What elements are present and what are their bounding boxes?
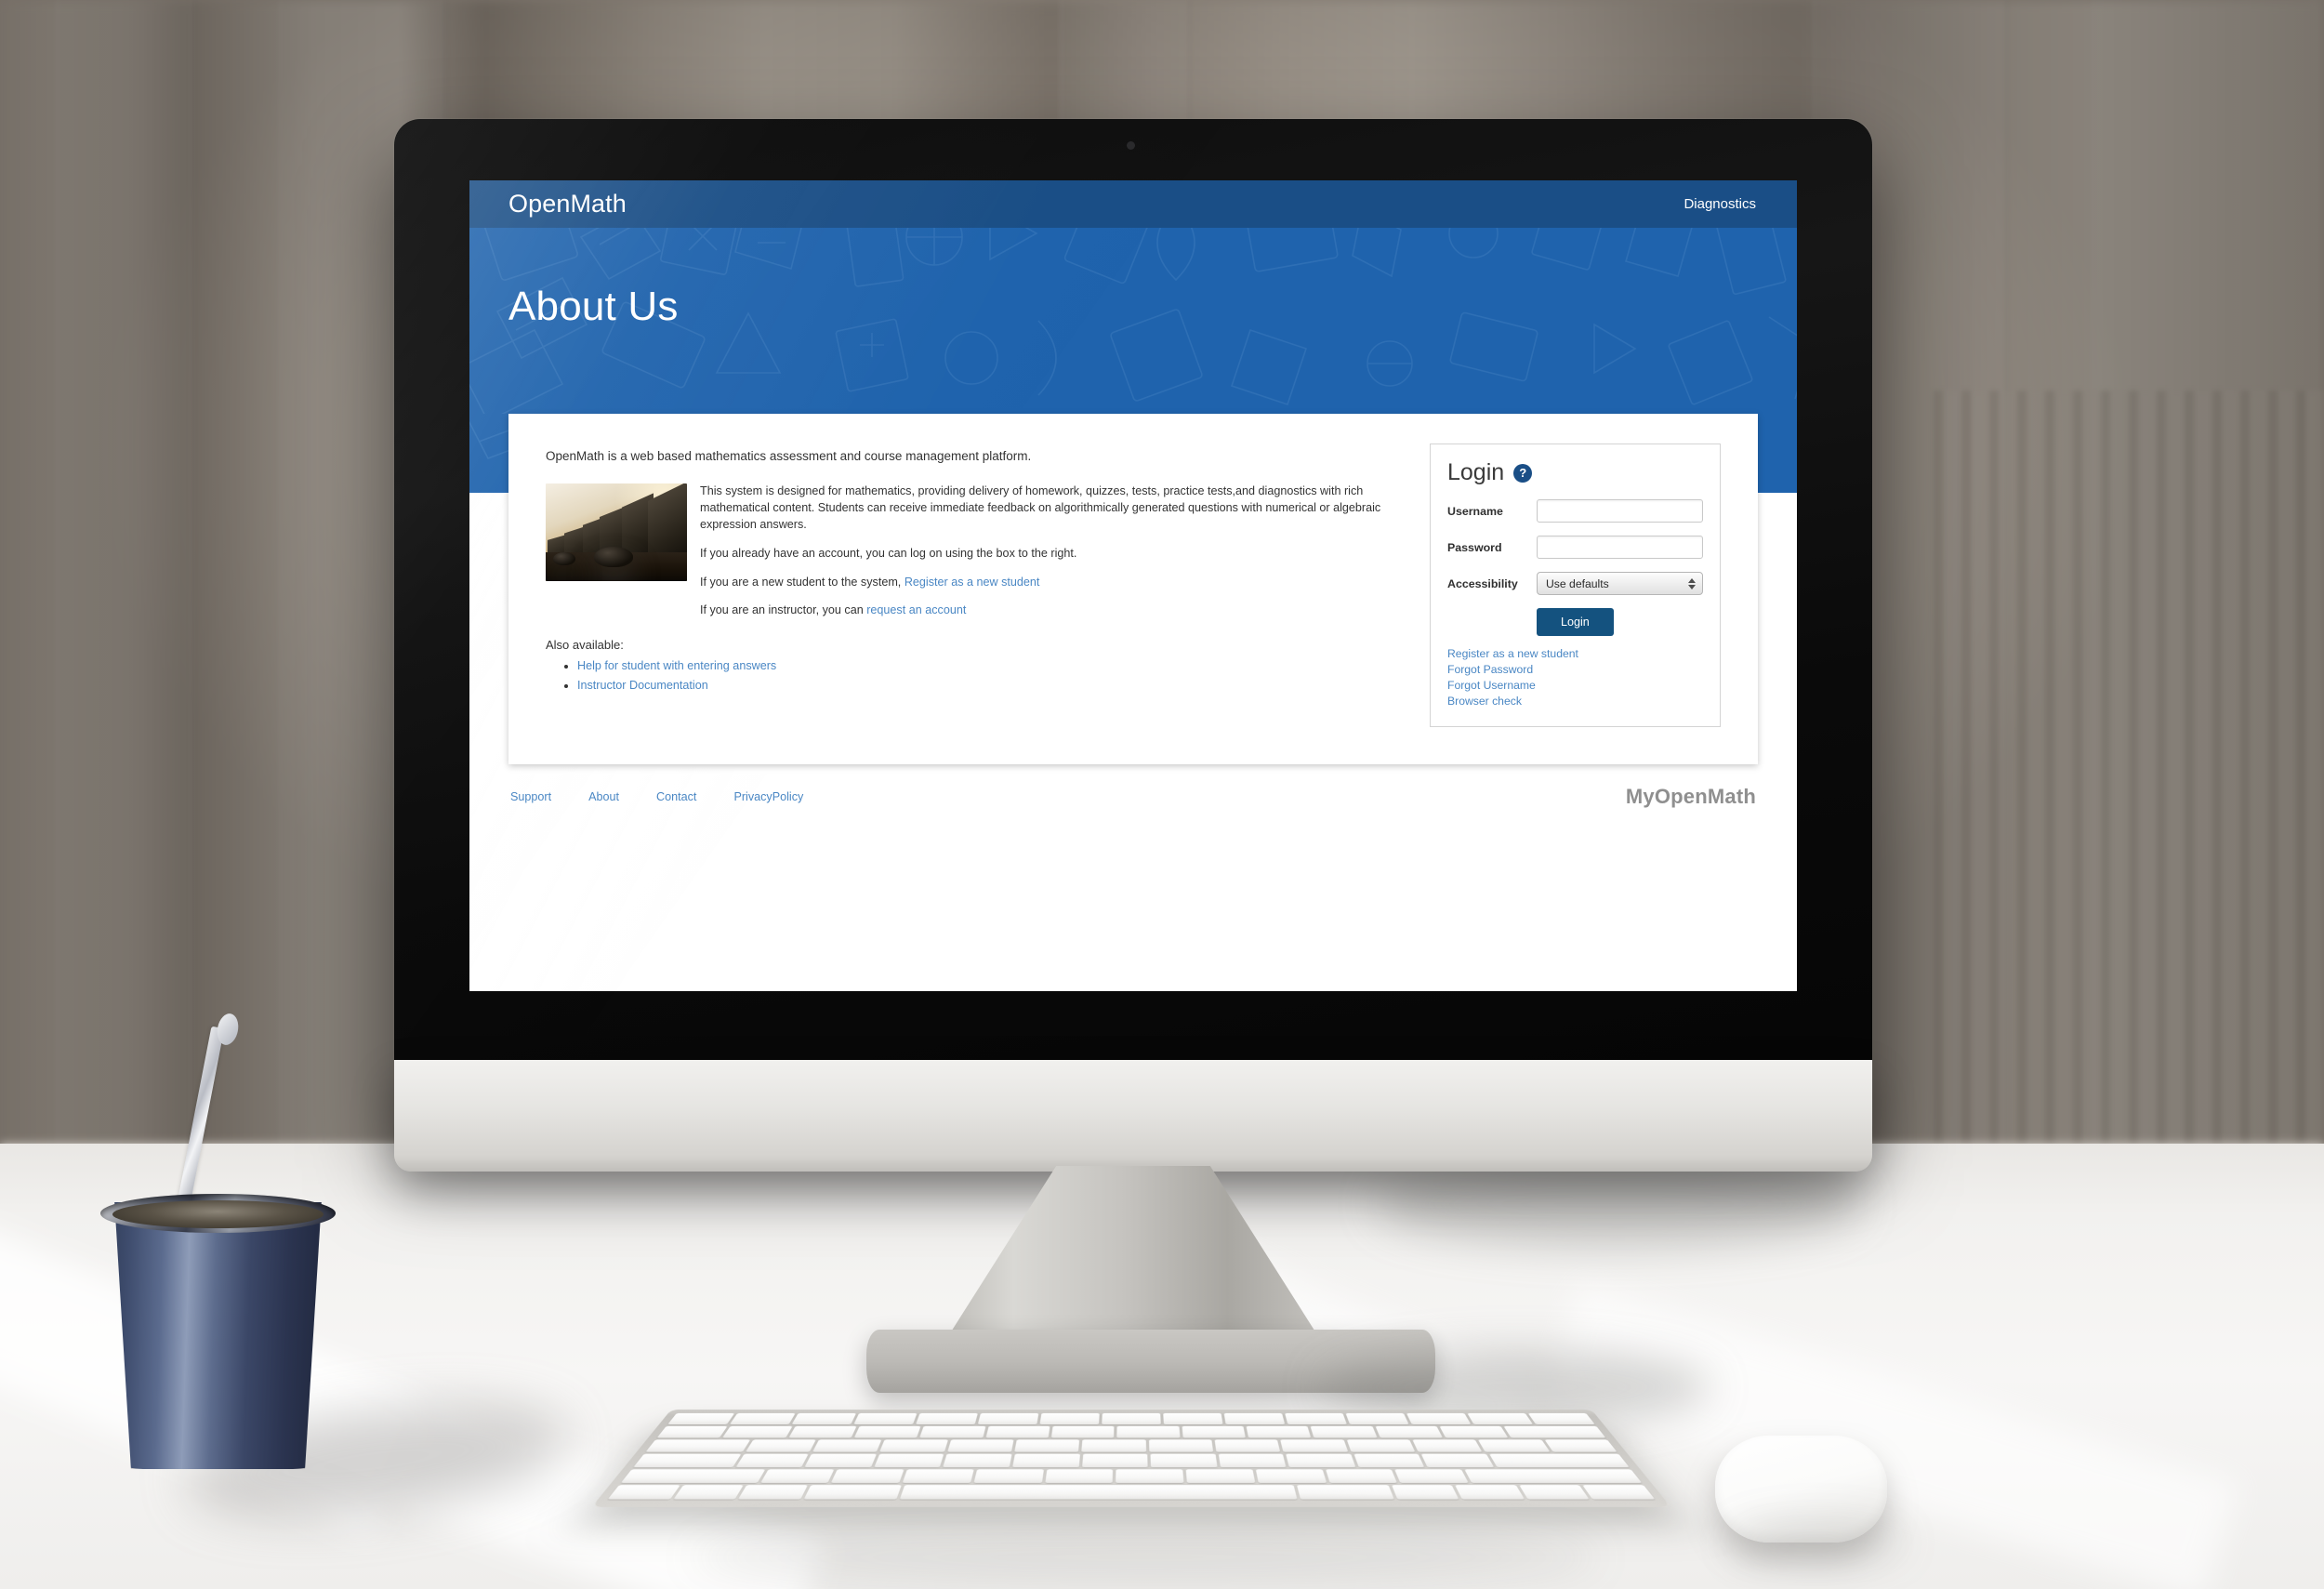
paragraph-4: If you are an instructor, you can reques…	[700, 602, 1407, 619]
paragraph-1: This system is designed for mathematics,…	[700, 484, 1381, 531]
instructor-documentation-link[interactable]: Instructor Documentation	[577, 679, 708, 692]
also-available-label: Also available:	[546, 638, 624, 653]
mouse-shadow	[1729, 1521, 1906, 1564]
login-link-forgot-password[interactable]: Forgot Password	[1447, 663, 1703, 676]
keyboard-row	[667, 1412, 1595, 1425]
footer-link-privacypolicy[interactable]: PrivacyPolicy	[733, 790, 803, 803]
accessibility-row: Accessibility Use defaults	[1447, 572, 1703, 595]
top-nav-bar: OpenMath Diagnostics	[469, 180, 1797, 228]
page-footer: Support About Contact PrivacyPolicy MyOp…	[508, 764, 1758, 809]
desk-shadow	[1376, 1162, 1859, 1246]
login-link-browser-check[interactable]: Browser check	[1447, 695, 1703, 708]
nav-link-diagnostics[interactable]: Diagnostics	[1684, 196, 1756, 212]
list-item: Instructor Documentation	[577, 676, 1407, 695]
also-available-list: Help for student with entering answers I…	[577, 656, 1407, 695]
site-brand[interactable]: OpenMath	[508, 190, 627, 218]
content-card: OpenMath is a web based mathematics asse…	[508, 414, 1758, 764]
keyboard-row	[607, 1485, 1656, 1500]
keyboard[interactable]	[591, 1410, 1671, 1507]
password-label: Password	[1447, 540, 1502, 554]
username-row: Username	[1447, 499, 1703, 523]
help-entering-answers-link[interactable]: Help for student with entering answers	[577, 659, 776, 672]
nav-links: Diagnostics	[1684, 196, 1756, 212]
paragraph-3-prefix: If you are a new student to the system,	[700, 575, 905, 589]
keyboard-row	[656, 1425, 1606, 1438]
login-link-register[interactable]: Register as a new student	[1447, 647, 1703, 660]
page-body: OpenMath is a web based mathematics asse…	[469, 414, 1797, 991]
login-title: Login	[1447, 459, 1505, 485]
footer-link-about[interactable]: About	[588, 790, 619, 803]
browser-viewport: OpenMath Diagnostics About Us OpenMath i…	[469, 180, 1797, 991]
content-column: OpenMath is a web based mathematics asse…	[546, 449, 1407, 727]
password-input[interactable]	[1537, 536, 1703, 559]
hero-banner: About Us	[469, 228, 1797, 414]
footer-link-support[interactable]: Support	[510, 790, 551, 803]
intro-text: OpenMath is a web based mathematics asse…	[546, 449, 1032, 463]
help-icon[interactable]: ?	[1513, 463, 1533, 483]
paragraph-3: If you are a new student to the system, …	[700, 575, 1407, 591]
imac-monitor: OpenMath Diagnostics About Us OpenMath i…	[394, 119, 1872, 1132]
coffee-mug	[114, 1202, 322, 1469]
accessibility-selected-value: Use defaults	[1546, 576, 1609, 590]
desk-photo-scene: OpenMath Diagnostics About Us OpenMath i…	[0, 0, 2324, 1589]
paragraph-4-prefix: If you are an instructor, you can	[700, 603, 867, 617]
username-input[interactable]	[1537, 499, 1703, 523]
photo-mouse	[594, 547, 633, 567]
login-button[interactable]: Login	[1537, 608, 1614, 636]
keyboard-row	[620, 1469, 1643, 1483]
paragraph-2: If you already have an account, you can …	[700, 546, 1077, 560]
login-button-row: Login	[1447, 608, 1703, 636]
media-row: This system is designed for mathematics,…	[546, 483, 1407, 619]
login-links: Register as a new student Forgot Passwor…	[1447, 647, 1703, 708]
body-text: This system is designed for mathematics,…	[700, 483, 1407, 619]
keyboard-row	[645, 1439, 1618, 1453]
register-new-student-link[interactable]: Register as a new student	[905, 576, 1040, 589]
login-link-forgot-username[interactable]: Forgot Username	[1447, 679, 1703, 692]
login-header: Login ?	[1447, 459, 1703, 486]
list-item: Help for student with entering answers	[577, 656, 1407, 675]
keyboard-shadow	[690, 1530, 1601, 1584]
webcam-icon	[1127, 141, 1135, 150]
keyboard-row	[633, 1453, 1630, 1468]
keyboard-keys	[607, 1412, 1656, 1500]
footer-logo: MyOpenMath	[1625, 785, 1756, 808]
accessibility-label: Accessibility	[1447, 576, 1518, 590]
accessibility-select[interactable]: Use defaults	[1537, 572, 1703, 595]
mug-interior	[112, 1200, 324, 1228]
username-label: Username	[1447, 504, 1503, 518]
photo-mouse	[553, 552, 575, 565]
page-title: About Us	[508, 284, 679, 329]
request-account-link[interactable]: request an account	[866, 603, 966, 616]
laptops-photo	[546, 483, 687, 581]
stepper-arrows-icon	[1688, 577, 1696, 589]
password-row: Password	[1447, 536, 1703, 559]
footer-link-contact[interactable]: Contact	[656, 790, 696, 803]
footer-links: Support About Contact PrivacyPolicy	[510, 790, 803, 803]
login-panel: Login ? Username Password Accessibility …	[1430, 444, 1721, 727]
imac-chin	[394, 1060, 1872, 1172]
